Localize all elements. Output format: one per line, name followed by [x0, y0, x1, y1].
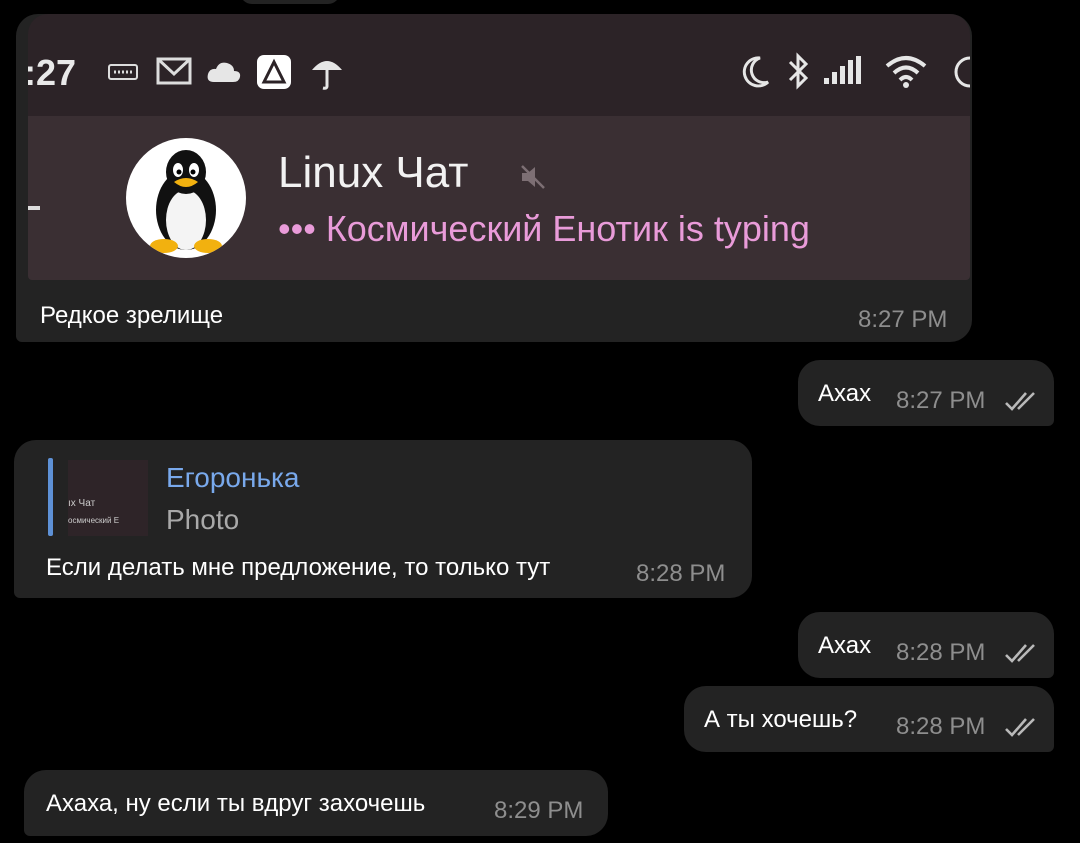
embedded-screenshot-image[interactable]: :27 Linux Чат ••• Космический Енотик is … [28, 14, 970, 280]
thumb-text-2: осмический Е [68, 516, 120, 525]
message-bubble-outgoing[interactable]: Ахах 8:27 PM [798, 360, 1054, 426]
message-bubble-reply[interactable]: ıx Чат осмический Е Егоронька Photo Если… [14, 440, 752, 598]
message-text: Ахах [818, 380, 872, 407]
chat-avatar [126, 138, 246, 258]
tux-penguin-icon [150, 150, 222, 253]
message-text: Ахаха, ну если ты вдруг захочешь [46, 790, 426, 817]
mail-icon [156, 57, 192, 85]
umbrella-icon [312, 61, 342, 90]
thumb-text-1: ıx Чат [68, 498, 96, 509]
message-bubble-screenshot[interactable]: :27 Linux Чат ••• Космический Енотик is … [16, 14, 972, 342]
message-bubble-outgoing[interactable]: Ахах 8:28 PM [798, 612, 1054, 678]
bluetooth-icon [788, 52, 809, 90]
double-check-icon [1005, 718, 1035, 737]
message-text: Редкое зрелище [40, 302, 224, 329]
message-time: 8:27 PM [896, 387, 986, 414]
reply-preview: Photo [166, 504, 240, 535]
message-time: 8:29 PM [494, 797, 584, 824]
message-text: Если делать мне предложение, то только т… [46, 554, 551, 581]
battery-icon [954, 56, 970, 88]
message-time: 8:27 PM [858, 306, 948, 333]
message-text: А ты хочешь? [704, 706, 858, 733]
message-time: 8:28 PM [896, 713, 986, 740]
keyboard-icon [108, 64, 138, 80]
message-time: 8:28 PM [636, 560, 726, 587]
moon-icon [742, 56, 770, 88]
reply-accent-bar [48, 458, 53, 536]
app-a-icon [257, 55, 291, 89]
message-bubble-outgoing[interactable]: А ты хочешь? 8:28 PM [684, 686, 1054, 752]
previous-message-bubble[interactable] [240, 0, 340, 4]
message-bubble-incoming[interactable]: Ахаха, ну если ты вдруг захочешь 8:29 PM [24, 770, 608, 836]
wifi-icon [885, 56, 927, 88]
message-time: 8:28 PM [896, 639, 986, 666]
double-check-icon [1005, 392, 1035, 411]
embedded-typing-status: ••• Космический Енотик is typing [278, 208, 810, 249]
cloud-icon [207, 62, 241, 82]
muted-icon [521, 165, 545, 189]
embedded-status-time: :27 [28, 52, 77, 93]
reply-thumbnail[interactable]: ıx Чат осмический Е [68, 460, 148, 536]
reply-author: Егоронька [166, 462, 300, 493]
message-text: Ахах [818, 632, 872, 659]
double-check-icon [1005, 644, 1035, 663]
embedded-chat-title: Linux Чат [278, 148, 469, 197]
back-arrow-icon [28, 206, 40, 210]
signal-icon [824, 56, 861, 84]
